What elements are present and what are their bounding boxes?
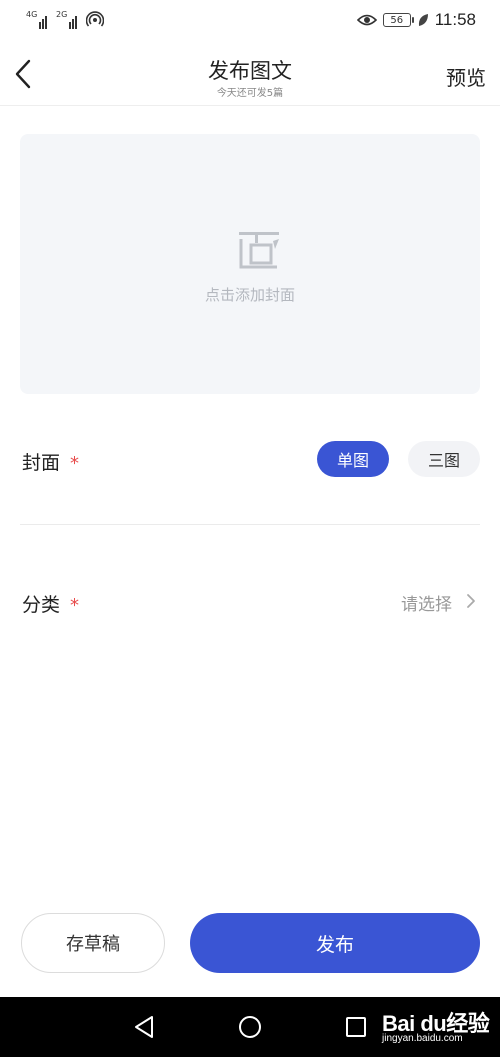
save-draft-button[interactable]: 存草稿 [21,913,165,973]
page-subtitle: 今天还可发5篇 [216,88,284,99]
network-label-2: 2G [56,10,68,19]
signal-icon-2: 2G [56,10,80,29]
category-label-text: 分类 [22,594,61,616]
publish-button[interactable]: 发布 [190,913,480,973]
leaf-icon [418,14,428,26]
three-image-option[interactable]: 三图 [408,441,480,477]
add-cover-hint: 点击添加封面 [204,286,295,304]
category-selector[interactable]: 分类 * 请选择 [0,580,500,624]
system-back-button[interactable] [131,1014,157,1040]
triangle-back-icon [135,1016,153,1038]
category-row-label: 分类 * [22,590,79,617]
signal-group: 4G 2G [26,11,104,29]
network-label-1: 4G [26,10,38,19]
preview-button[interactable]: 预览 [446,62,486,91]
category-placeholder: 请选择 [401,595,452,615]
required-asterisk: * [70,453,80,474]
divider [20,524,480,525]
add-cover-area[interactable]: 点击添加封面 [20,134,480,394]
nav-bar: 发布图文 今天还可发5篇 预览 [0,42,500,106]
cover-label-text: 封面 [22,452,61,474]
required-asterisk: * [70,595,80,616]
signal-icon-1: 4G [26,10,50,29]
watermark-site: jingyan.baidu.com [382,1033,463,1044]
eye-icon [356,14,377,26]
system-recent-button[interactable] [343,1014,369,1040]
baidu-image-placeholder-icon [239,232,279,269]
clock: 11:58 [434,10,476,29]
chevron-right-icon [467,594,475,608]
status-right-group: 56 11:58 [356,10,476,30]
status-bar: 4G 2G 56 11:58 [0,0,500,42]
cover-row-label: 封面 * [22,448,79,475]
single-image-option[interactable]: 单图 [317,441,389,477]
square-recent-icon [346,1017,366,1037]
baidu-jingyan-watermark: Bai du经验 jingyan.baidu.com [382,1002,494,1052]
battery-icon: 56 [382,13,414,27]
circle-home-icon [239,1016,261,1038]
system-home-button[interactable] [237,1014,263,1040]
page-title: 发布图文 [208,59,292,83]
hotspot-icon [86,11,104,27]
